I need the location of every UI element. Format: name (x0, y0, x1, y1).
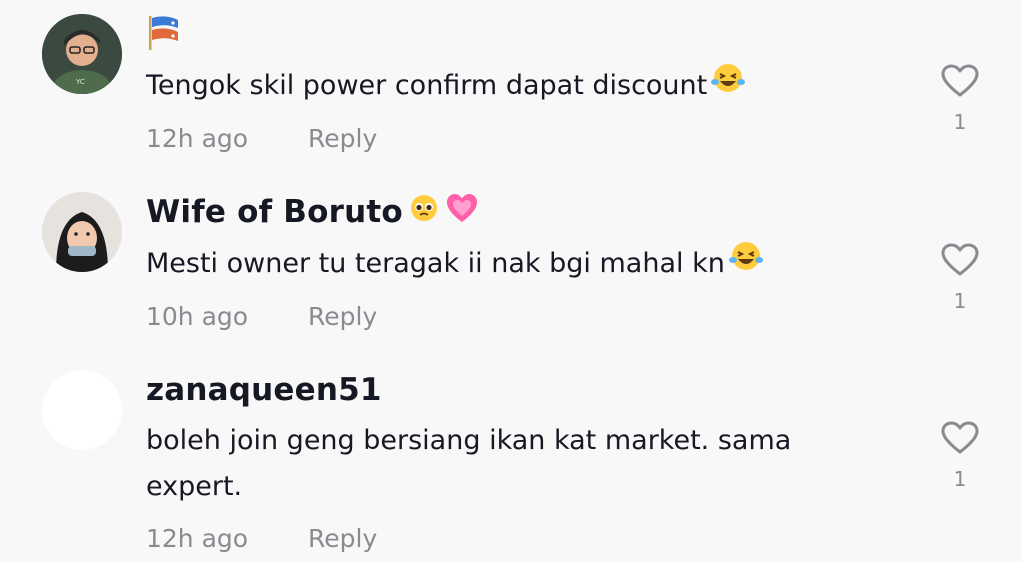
avatar[interactable] (42, 370, 122, 450)
pleading-face-emoji-icon (409, 193, 439, 231)
comment-text: Tengok skil power confirm dapat discount (146, 62, 746, 109)
comment-meta: 10h ago Reply (146, 302, 377, 331)
comment-meta: 12h ago Reply (146, 524, 377, 553)
comment-text: boleh join geng bersiang ikan kat market… (146, 425, 792, 502)
like-button[interactable]: 1 (936, 243, 984, 313)
reply-button[interactable]: Reply (308, 524, 377, 553)
avatar[interactable]: YC (42, 14, 122, 94)
comment-text: Mesti owner tu teragak ii nak bgi mahal … (146, 240, 763, 287)
username-row[interactable]: Wife of Boruto (146, 192, 479, 232)
timestamp: 12h ago (146, 524, 249, 553)
username: Wife of Boruto (146, 194, 403, 230)
svg-text:YC: YC (75, 78, 85, 86)
sparkling-heart-emoji-icon (445, 192, 479, 232)
like-button[interactable]: 1 (936, 421, 984, 491)
flag-icon (146, 14, 182, 58)
comment-meta: 12h ago Reply (146, 124, 377, 153)
username-row[interactable]: zanaqueen51 (146, 372, 382, 408)
avatar[interactable] (42, 192, 122, 272)
reply-button[interactable]: Reply (308, 124, 377, 153)
laughing-emoji-icon (711, 62, 746, 109)
like-count: 1 (953, 289, 967, 313)
reply-button[interactable]: Reply (308, 302, 377, 331)
heart-icon (936, 64, 984, 98)
like-button[interactable]: 1 (936, 64, 984, 134)
like-count: 1 (953, 467, 967, 491)
username: zanaqueen51 (146, 372, 382, 408)
timestamp: 12h ago (146, 124, 249, 153)
timestamp: 10h ago (146, 302, 249, 331)
heart-icon (936, 421, 984, 455)
laughing-emoji-icon (728, 240, 763, 287)
like-count: 1 (953, 110, 967, 134)
username-flag[interactable] (146, 14, 188, 58)
heart-icon (936, 243, 984, 277)
